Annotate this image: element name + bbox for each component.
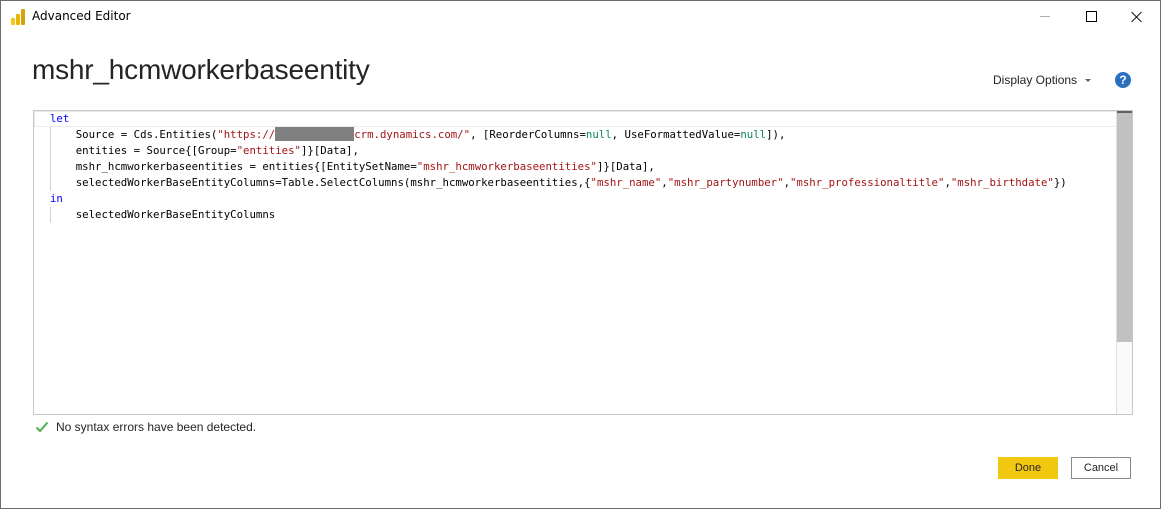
code-null: null [740, 128, 767, 141]
maximize-icon [1085, 11, 1097, 22]
close-icon [1131, 11, 1143, 23]
window-title: Advanced Editor [32, 9, 131, 23]
code-null: null [585, 128, 612, 141]
code-token: ]}[Data], [596, 160, 655, 173]
code-token: entities = Source{[Group= [75, 144, 237, 157]
code-token: selectedWorkerBaseEntityColumns [75, 208, 276, 221]
syntax-status: No syntax errors have been detected. [35, 420, 256, 434]
code-string: "https:// [217, 128, 276, 141]
code-line[interactable]: mshr_hcmworkerbaseentities = entities{[E… [50, 159, 1116, 175]
vertical-scrollbar[interactable] [1116, 111, 1132, 414]
code-string: "mshr_professionaltitle" [790, 176, 945, 189]
checkmark-icon [35, 421, 49, 433]
code-token: }) [1053, 176, 1067, 189]
minimize-button[interactable] [1022, 1, 1068, 32]
code-line[interactable]: let [50, 111, 1116, 127]
title-bar[interactable]: Advanced Editor [1, 1, 1160, 32]
syntax-status-text: No syntax errors have been detected. [56, 420, 257, 434]
indent-guide [50, 175, 51, 191]
code-token: ]), [766, 128, 786, 141]
code-line[interactable]: selectedWorkerBaseEntityColumns=Table.Se… [50, 175, 1116, 191]
code-token: , UseFormattedValue= [611, 128, 741, 141]
code-string: "mshr_name" [590, 176, 662, 189]
code-token: , [ReorderColumns= [470, 128, 586, 141]
code-token: selectedWorkerBaseEntityColumns=Table.Se… [75, 176, 591, 189]
power-bi-icon [11, 9, 25, 25]
code-token: Source = Cds.Entities( [75, 128, 218, 141]
code-line[interactable]: selectedWorkerBaseEntityColumns [50, 207, 1116, 223]
indent-guide [50, 143, 51, 159]
code-token: mshr_hcmworkerbaseentities = entities{[E… [75, 160, 417, 173]
code-string: crm.dynamics.com/" [354, 128, 471, 141]
code-string: "mshr_partynumber" [667, 176, 784, 189]
code-line[interactable]: in [50, 191, 1116, 207]
code-line[interactable]: Source = Cds.Entities("https:// crm.dynam… [50, 127, 1116, 143]
code-token: ]}[Data], [300, 144, 359, 157]
code-string: "mshr_hcmworkerbaseentities" [416, 160, 597, 173]
close-button[interactable] [1114, 1, 1160, 32]
query-name-title: mshr_hcmworkerbaseentity [32, 54, 370, 85]
redacted-text [275, 127, 355, 141]
code-text[interactable]: let Source = Cds.Entities("https:// crm.d… [50, 111, 1116, 414]
code-keyword: in [50, 192, 63, 205]
indent-guide [50, 207, 51, 223]
indent-guide [50, 127, 51, 143]
help-icon[interactable]: ? [1115, 72, 1131, 88]
maximize-button[interactable] [1068, 1, 1114, 32]
scrollbar-thumb[interactable] [1117, 111, 1132, 342]
minimize-icon [1040, 16, 1050, 17]
code-line[interactable]: entities = Source{[Group="entities"]}[Da… [50, 143, 1116, 159]
code-string: "mshr_birthdate" [950, 176, 1054, 189]
chevron-down-icon [1085, 78, 1092, 82]
advanced-editor-window: Advanced Editor mshr_hcmworkerbaseentity… [0, 0, 1161, 509]
code-string: "entities" [236, 144, 301, 157]
done-button[interactable]: Done [998, 457, 1058, 479]
code-keyword: let [50, 112, 70, 125]
display-options-dropdown[interactable]: Display Options [993, 73, 1092, 87]
indent-guide [50, 159, 51, 175]
code-editor[interactable]: let Source = Cds.Entities("https:// crm.d… [33, 110, 1133, 415]
cancel-button[interactable]: Cancel [1071, 457, 1131, 479]
display-options-label: Display Options [993, 73, 1078, 87]
